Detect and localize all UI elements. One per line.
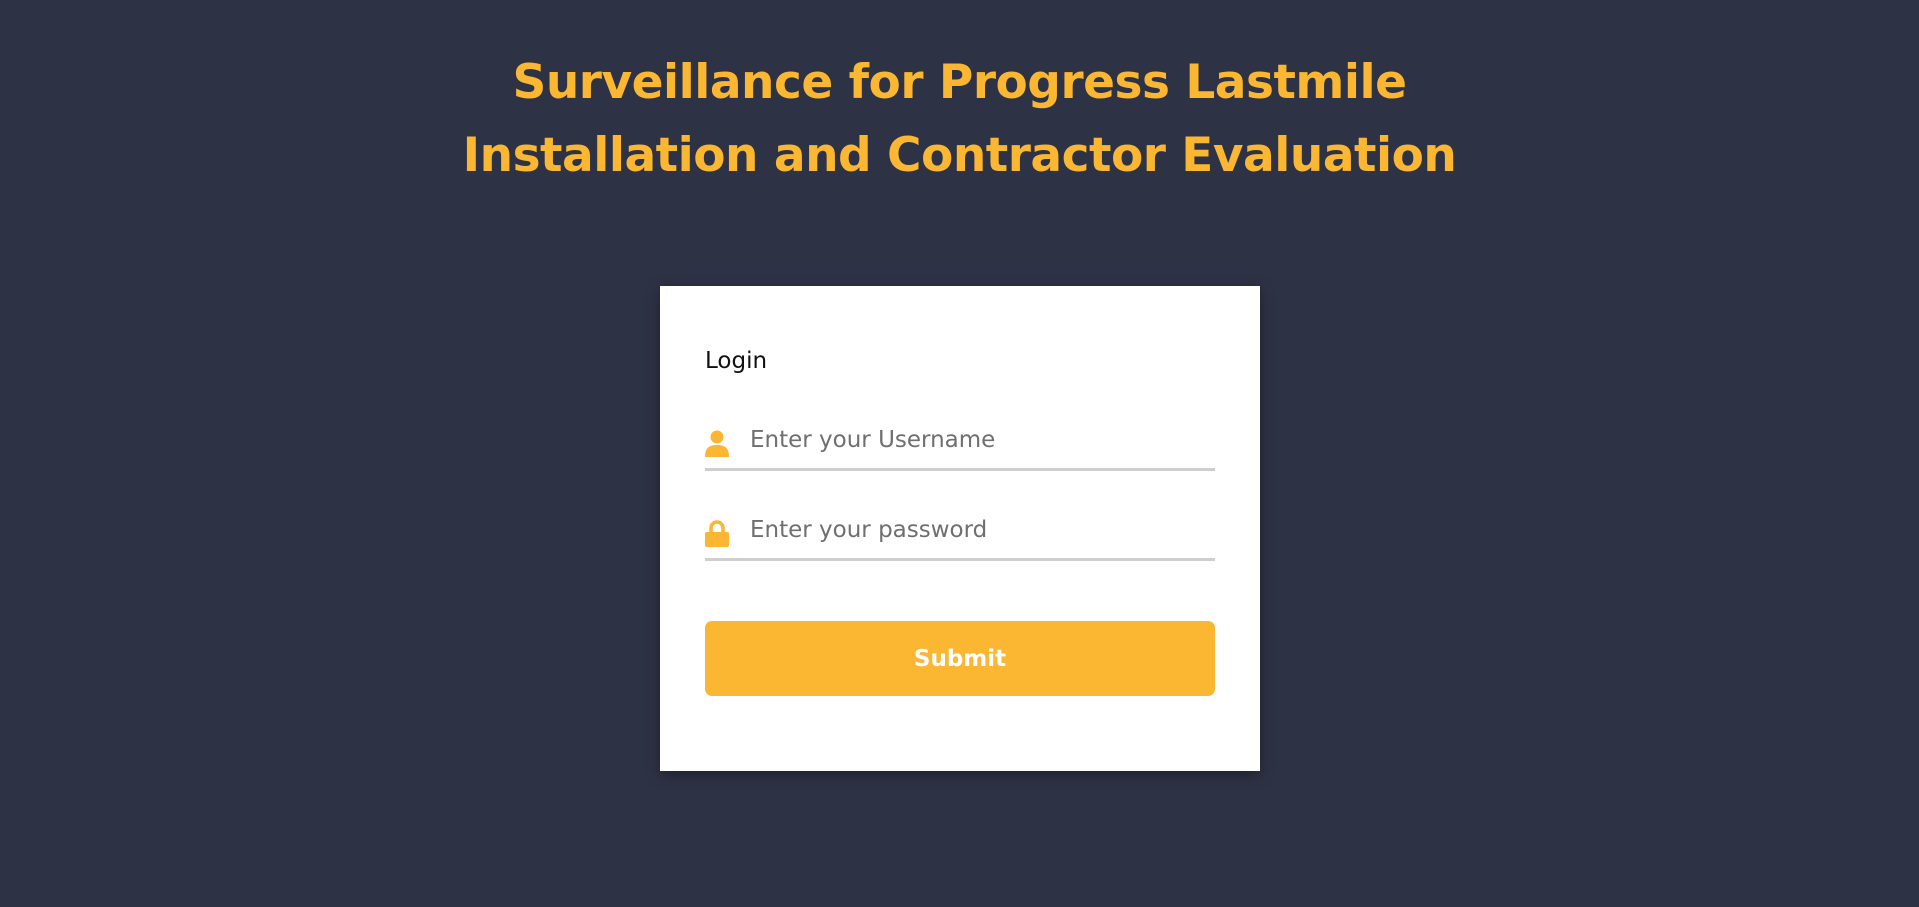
login-card: Login Submit xyxy=(660,286,1260,771)
page-title-line-1: Surveillance for Progress Lastmile xyxy=(512,55,1408,110)
password-input[interactable] xyxy=(750,508,1210,552)
page-title-line-2: Installation and Contractor Evaluation xyxy=(462,128,1457,183)
username-input[interactable] xyxy=(750,418,1210,462)
page-title: Surveillance for Progress Lastmile Insta… xyxy=(0,46,1919,192)
lock-icon xyxy=(705,520,729,548)
username-field xyxy=(705,408,1215,471)
user-icon xyxy=(705,430,729,458)
password-field xyxy=(705,498,1215,561)
submit-button[interactable]: Submit xyxy=(705,621,1215,696)
login-heading: Login xyxy=(705,348,768,374)
